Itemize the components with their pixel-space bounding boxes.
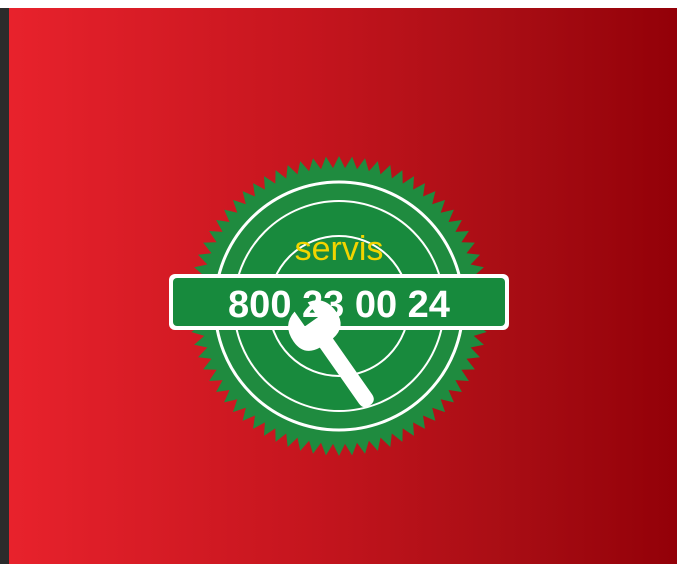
left-edge-strip [0,8,9,564]
servis-label: servis [295,230,384,268]
page-frame: servis 800 23 00 24 [0,0,677,571]
red-gradient-panel: servis 800 23 00 24 [9,8,677,564]
service-seal-badge: servis 800 23 00 24 [159,146,519,466]
seal-graphic: servis 800 23 00 24 [169,156,509,456]
